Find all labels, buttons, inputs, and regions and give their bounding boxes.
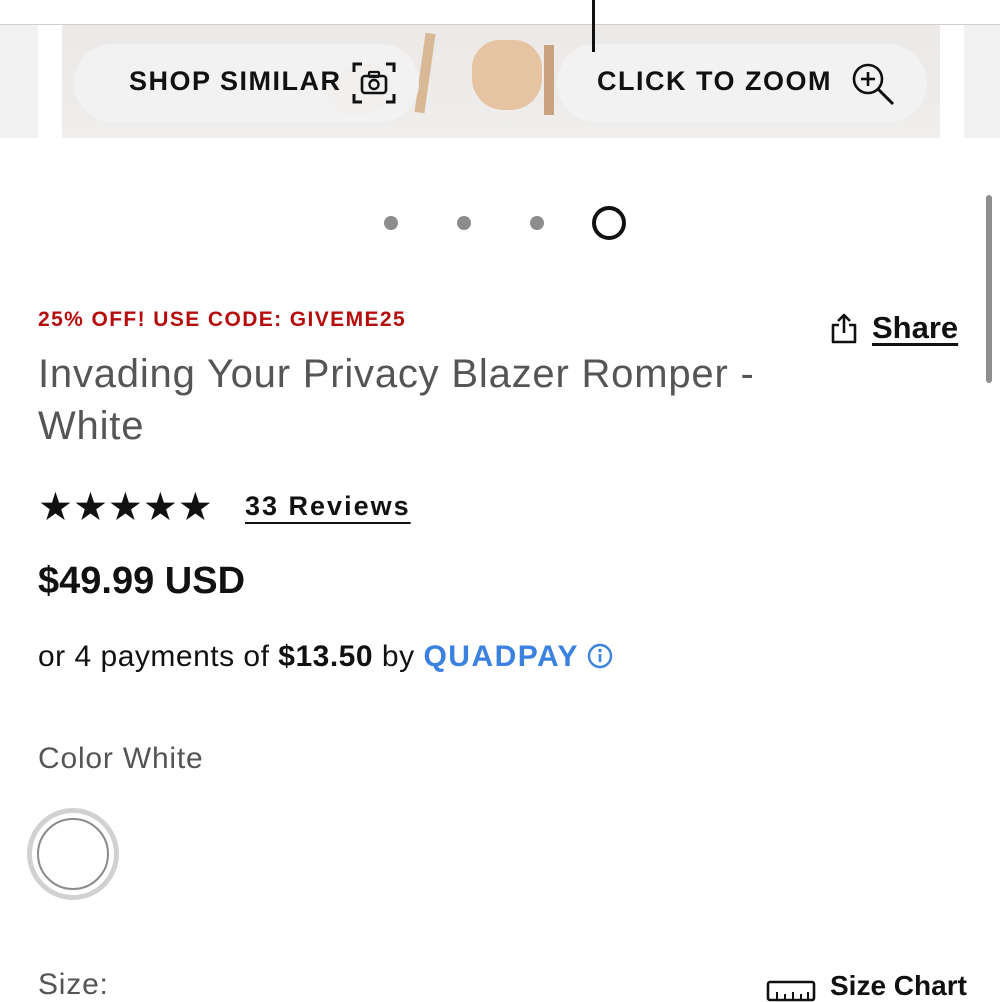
shoe-right bbox=[472, 40, 542, 110]
click-to-zoom-button[interactable]: CLICK TO ZOOM bbox=[557, 44, 927, 122]
star-rating-icon: ★★★★★ bbox=[38, 486, 213, 529]
size-label: Size: bbox=[38, 968, 109, 1001]
carousel-dot[interactable] bbox=[457, 216, 471, 230]
installment-info: or 4 payments of $13.50 by QUADPAY bbox=[38, 640, 613, 674]
top-bar bbox=[0, 0, 1000, 25]
text-cursor bbox=[592, 0, 595, 52]
quadpay-logo: QUADPAY bbox=[423, 640, 579, 673]
size-chart-label: Size Chart bbox=[830, 970, 967, 1001]
product-image[interactable]: SHOP SIMILAR CLICK TO ZOOM bbox=[62, 25, 940, 138]
scrollbar[interactable] bbox=[986, 195, 992, 383]
info-circle-icon[interactable] bbox=[587, 643, 613, 669]
installment-prefix: or 4 payments of bbox=[38, 640, 270, 673]
click-to-zoom-label: CLICK TO ZOOM bbox=[597, 66, 832, 96]
zoom-in-icon bbox=[852, 63, 895, 106]
carousel-dot[interactable] bbox=[530, 216, 544, 230]
carousel-dot-active[interactable] bbox=[592, 206, 626, 240]
product-title: Invading Your Privacy Blazer Romper - Wh… bbox=[38, 352, 755, 448]
reviews-link[interactable]: 33 Reviews bbox=[245, 491, 411, 522]
share-label: Share bbox=[872, 310, 959, 345]
installment-amount: $13.50 bbox=[278, 640, 374, 673]
product-price: $49.99 USD bbox=[38, 560, 246, 602]
rating: ★★★★★ 33 Reviews bbox=[38, 486, 538, 530]
shop-similar-button[interactable]: SHOP SIMILAR bbox=[74, 44, 419, 122]
carousel-pagination bbox=[0, 205, 1000, 241]
shop-similar-label: SHOP SIMILAR bbox=[129, 66, 342, 96]
color-swatch-white[interactable] bbox=[27, 808, 119, 900]
promo-banner: 25% OFF! USE CODE: GIVEME25 bbox=[38, 308, 407, 331]
ruler-icon bbox=[766, 980, 816, 1002]
color-label: Color White bbox=[38, 742, 204, 775]
camera-scan-icon bbox=[352, 62, 396, 104]
shoe-heel-right bbox=[544, 45, 554, 115]
next-image-peek[interactable] bbox=[964, 25, 1000, 138]
installment-by: by bbox=[381, 640, 415, 673]
carousel-dot[interactable] bbox=[384, 216, 398, 230]
previous-image-peek[interactable] bbox=[0, 25, 38, 138]
share-icon bbox=[831, 313, 857, 344]
